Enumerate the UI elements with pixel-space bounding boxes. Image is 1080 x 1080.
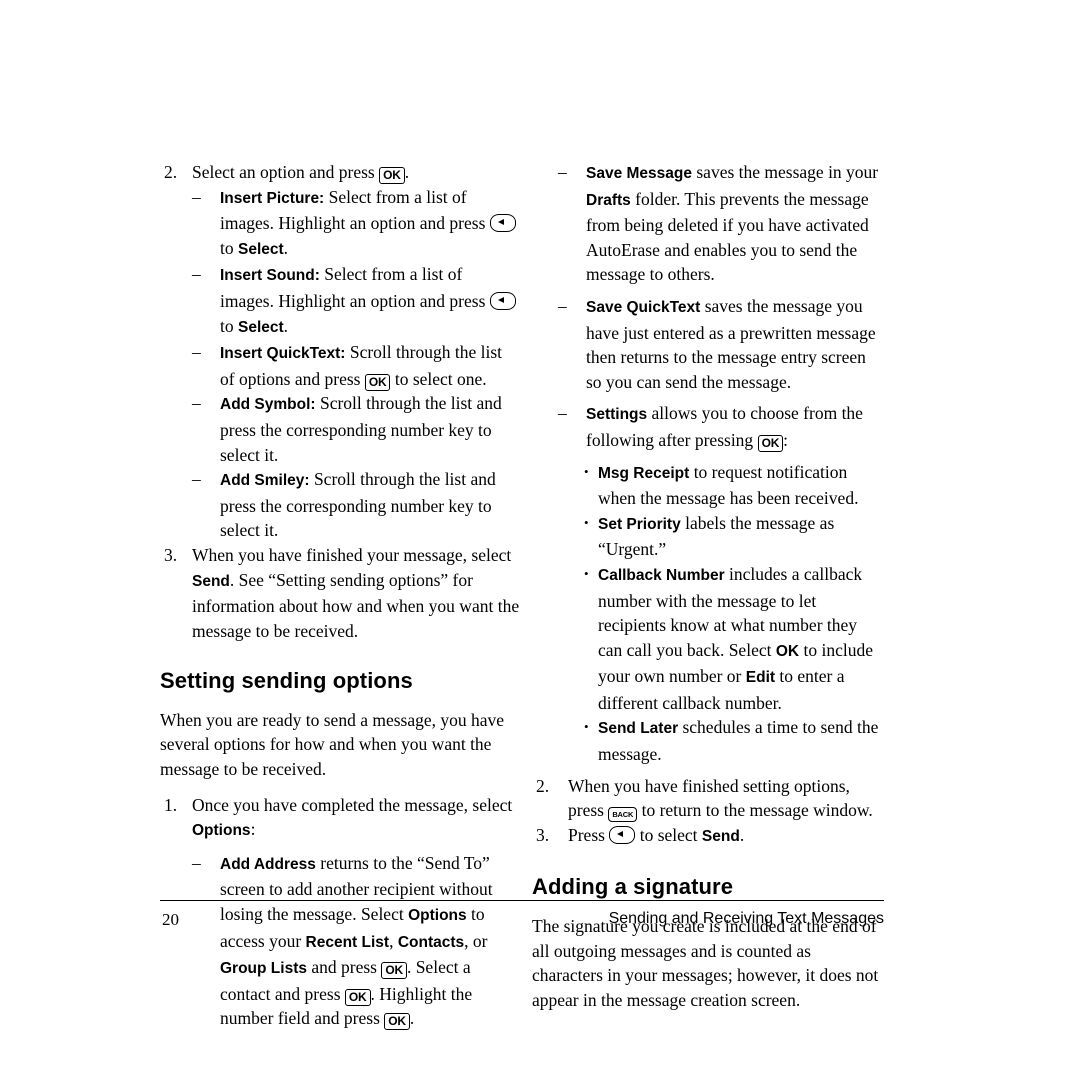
add-address-label: Add Address <box>220 855 316 873</box>
list-item-msg-receipt: • Msg Receipt to request notification wh… <box>584 460 884 511</box>
insert-picture-text: Insert Picture: Select from a list of im… <box>220 187 516 258</box>
list-item-set-priority: • Set Priority labels the message as “Ur… <box>584 511 884 562</box>
send-label: Send <box>701 827 740 845</box>
soft-key-icon <box>489 291 516 310</box>
soft-key-icon <box>609 825 636 844</box>
step3-text: When you have finished your message, sel… <box>192 544 520 641</box>
ok-key-icon: OK <box>364 373 391 391</box>
list-item-insert-sound: – Insert Sound: Select from a list of im… <box>192 262 520 340</box>
recent-list-label: Recent List <box>305 933 390 951</box>
edit-label: Edit <box>745 669 776 687</box>
list-item-send-later: • Send Later schedules a time to send th… <box>584 715 884 766</box>
list-item-insert-quicktext: – Insert QuickText: Scroll through the l… <box>192 340 520 391</box>
ok-key-icon: OK <box>344 988 371 1006</box>
dash-marker: – <box>192 264 201 285</box>
footer-section-title: Sending and Receiving Text Messages <box>608 910 884 927</box>
settings-text: Settings allows you to choose from the f… <box>586 403 863 452</box>
right-column: – Save Message saves the message in your… <box>532 160 884 1012</box>
list-marker: 3. <box>164 544 178 565</box>
callback-number-text: Callback Number includes a callback numb… <box>598 563 873 713</box>
list-item-save-message: – Save Message saves the message in your… <box>558 160 884 287</box>
step1-text: Once you have completed the message, sel… <box>192 794 513 840</box>
heading-setting-sending-options: Setting sending options <box>160 668 413 694</box>
insert-quicktext-label: Insert QuickText: <box>220 345 346 363</box>
select-label: Select <box>238 318 284 336</box>
ok-key-icon: OK <box>379 167 405 184</box>
footer-divider <box>160 900 884 901</box>
dash-marker: – <box>558 403 567 424</box>
list-item-step2: 2. Select an option and press OK. <box>160 160 520 185</box>
contacts-label: Contacts <box>397 933 465 951</box>
callback-number-label: Callback Number <box>598 566 725 584</box>
list-item-callback-number: • Callback Number includes a callback nu… <box>584 562 884 716</box>
options-label: Options <box>192 822 251 840</box>
bullet-marker: • <box>584 719 589 735</box>
dash-marker: – <box>192 186 201 207</box>
add-symbol-label: Add Symbol: <box>220 396 316 414</box>
right-step3-text: Press to select Send. <box>568 824 745 845</box>
add-smiley-text: Add Smiley: Scroll through the list and … <box>220 469 496 541</box>
back-key-icon: BACK <box>608 807 638 823</box>
heading-adding-a-signature: Adding a signature <box>532 874 734 900</box>
insert-quicktext-text: Insert QuickText: Scroll through the lis… <box>220 342 502 391</box>
list-marker: 3. <box>536 824 550 845</box>
send-later-label: Send Later <box>598 720 679 738</box>
insert-picture-label: Insert Picture: <box>220 189 325 207</box>
set-priority-text: Set Priority labels the message as “Urge… <box>598 512 835 560</box>
manual-page: 2. Select an option and press OK. – Inse… <box>0 0 1080 1080</box>
list-item-add-symbol: – Add Symbol: Scroll through the list an… <box>192 391 520 467</box>
add-address-text: Add Address returns to the “Send To” scr… <box>220 852 493 1031</box>
insert-sound-label: Insert Sound: <box>220 267 320 285</box>
send-label: Send <box>192 572 230 590</box>
dash-marker: – <box>192 469 201 490</box>
msg-receipt-text: Msg Receipt to request notification when… <box>598 461 859 509</box>
list-item-right-step3: 3. Press to select Send. <box>532 823 884 850</box>
bullet-marker: • <box>584 514 589 530</box>
settings-label: Settings <box>586 406 648 424</box>
footer-page-number: 20 <box>162 910 179 929</box>
list-item-insert-picture: – Insert Picture: Select from a list of … <box>192 185 520 263</box>
dash-marker: – <box>192 852 201 873</box>
add-smiley-label: Add Smiley: <box>220 472 310 490</box>
ok-key-icon: OK <box>757 434 784 452</box>
list-item-step1: 1. Once you have completed the message, … <box>160 793 520 844</box>
save-message-text: Save Message saves the message in your D… <box>586 162 879 285</box>
msg-receipt-label: Msg Receipt <box>598 464 690 482</box>
list-item-settings: – Settings allows you to choose from the… <box>558 401 884 452</box>
bullet-marker: • <box>584 565 589 581</box>
list-item-step3: 3. When you have finished your message, … <box>160 543 520 643</box>
ok-key-icon: OK <box>381 962 407 980</box>
add-symbol-text: Add Symbol: Scroll through the list and … <box>220 393 502 465</box>
dash-marker: – <box>192 393 201 414</box>
bullet-marker: • <box>584 463 589 479</box>
step2-text: Select an option and press OK. <box>192 162 410 184</box>
dash-marker: – <box>558 295 567 316</box>
save-quicktext-label: Save QuickText <box>586 298 701 316</box>
list-item-save-quicktext: – Save QuickText saves the message you h… <box>558 294 884 394</box>
ok-label: OK <box>775 642 800 660</box>
list-item-right-step2: 2. When you have finished setting option… <box>532 774 884 823</box>
intro-paragraph: When you are ready to send a message, yo… <box>160 709 505 780</box>
send-later-text: Send Later schedules a time to send the … <box>598 717 879 765</box>
select-label: Select <box>238 240 284 258</box>
list-marker: 2. <box>536 775 550 796</box>
soft-key-icon <box>489 214 516 233</box>
group-lists-label: Group Lists <box>220 960 307 978</box>
list-item-add-smiley: – Add Smiley: Scroll through the list an… <box>192 467 520 543</box>
drafts-label: Drafts <box>586 191 631 209</box>
set-priority-label: Set Priority <box>598 515 681 533</box>
signature-paragraph: The signature you create is included at … <box>532 916 879 1010</box>
ok-key-icon: OK <box>384 1013 410 1031</box>
dash-marker: – <box>192 342 201 363</box>
dash-marker: – <box>558 162 567 182</box>
list-marker: 2. <box>164 162 178 182</box>
list-marker: 1. <box>164 794 178 815</box>
right-step2-text: When you have finished setting options, … <box>568 775 873 823</box>
options-label: Options <box>408 907 467 925</box>
save-quicktext-text: Save QuickText saves the message you hav… <box>586 295 876 392</box>
list-item-add-address: – Add Address returns to the “Send To” s… <box>192 851 520 1031</box>
save-message-label: Save Message <box>586 165 692 182</box>
insert-sound-text: Insert Sound: Select from a list of imag… <box>220 264 516 336</box>
